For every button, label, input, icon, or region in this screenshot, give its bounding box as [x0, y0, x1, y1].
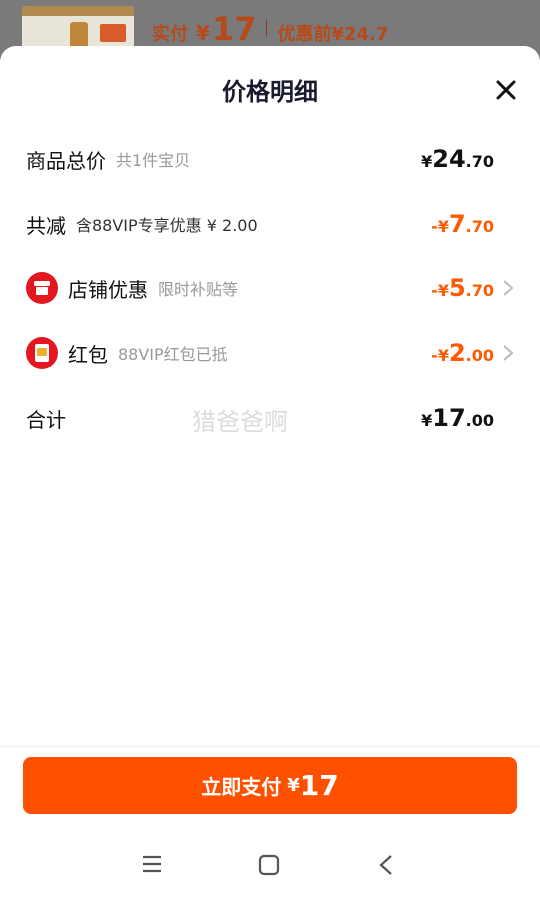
- total-discount-prefix: -¥: [431, 217, 449, 236]
- pay-now-label: 立即支付: [201, 775, 282, 799]
- goods-total-dec: .70: [465, 152, 494, 171]
- sum-label: 合计: [26, 407, 66, 432]
- goods-total-amount: ¥24.70: [421, 145, 494, 173]
- chevron-right-icon[interactable]: [502, 344, 514, 362]
- sheet-title: 价格明细: [222, 78, 318, 106]
- red-packet-dec: .00: [465, 346, 494, 365]
- pre-discount-label: 优惠前: [277, 24, 332, 45]
- sum-dec: .00: [465, 411, 494, 430]
- goods-total-int: 24: [432, 145, 466, 173]
- menu-icon[interactable]: [141, 854, 163, 874]
- store-discount-note: 限时补贴等: [158, 280, 239, 299]
- close-icon[interactable]: [494, 78, 518, 102]
- back-icon[interactable]: [378, 854, 394, 876]
- sum-int: 17: [432, 404, 466, 432]
- price-separator: [266, 20, 268, 36]
- goods-total-label: 商品总价: [26, 148, 106, 173]
- total-discount-label: 共减: [26, 213, 66, 238]
- row-store-discount[interactable]: 店铺优惠 限时补贴等 -¥ 5.70: [26, 270, 514, 306]
- row-red-packet[interactable]: 红包 88VIP红包已抵 -¥ 2.00: [26, 335, 514, 371]
- footer-divider: [0, 746, 540, 747]
- goods-total-currency: ¥: [421, 152, 433, 171]
- red-packet-icon: [26, 337, 58, 369]
- store-discount-dec: .70: [465, 281, 494, 300]
- paid-label: 实付: [152, 24, 188, 45]
- store-discount-prefix: -¥: [431, 281, 449, 300]
- total-discount-dec: .70: [465, 217, 494, 236]
- total-discount-amount: -¥ 7.70: [431, 210, 494, 238]
- background-price: 实付 ¥ 17 优惠前 ¥24.7: [152, 10, 389, 48]
- pre-discount-price: ¥24.7: [331, 24, 389, 45]
- pay-now-amount: 17: [299, 769, 339, 802]
- close-button[interactable]: [494, 78, 518, 102]
- store-discount-int: 5: [448, 274, 466, 302]
- store-discount-amount: -¥ 5.70: [431, 274, 494, 302]
- total-discount-note: 含88VIP专享优惠 ¥ 2.00: [76, 216, 258, 235]
- store-icon: [26, 272, 58, 304]
- paid-amount: 17: [211, 10, 257, 48]
- red-packet-int: 2: [448, 339, 466, 367]
- goods-total-note: 共1件宝贝: [116, 151, 191, 170]
- sum-amount: ¥17.00: [421, 404, 494, 432]
- home-icon[interactable]: [258, 854, 280, 876]
- row-total-discount: 共减 含88VIP专享优惠 ¥ 2.00 -¥ 7.70: [26, 206, 514, 242]
- red-packet-amount: -¥ 2.00: [431, 339, 494, 367]
- chevron-right-icon[interactable]: [502, 279, 514, 297]
- total-discount-int: 7: [448, 210, 466, 238]
- watermark: 猎爸爸啊: [192, 408, 288, 436]
- row-goods-total: 商品总价 共1件宝贝 ¥24.70: [26, 141, 514, 177]
- system-nav-bar: [0, 840, 540, 896]
- pay-now-currency: ¥: [287, 775, 300, 796]
- store-discount-label: 店铺优惠: [68, 277, 148, 302]
- red-packet-note: 88VIP红包已抵: [118, 345, 228, 364]
- red-packet-label: 红包: [68, 342, 108, 367]
- sum-currency: ¥: [421, 411, 433, 430]
- pay-now-button[interactable]: 立即支付 ¥ 17: [23, 757, 517, 814]
- red-packet-prefix: -¥: [431, 346, 449, 365]
- paid-currency: ¥: [196, 21, 210, 45]
